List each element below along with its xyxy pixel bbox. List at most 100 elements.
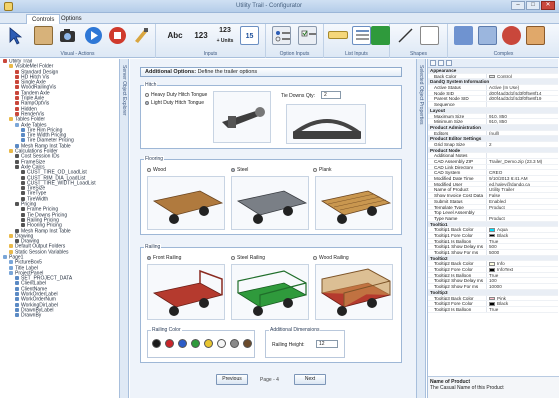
table-list-icon[interactable] xyxy=(371,26,390,45)
pointer-tool-icon[interactable] xyxy=(6,26,25,45)
play-button-icon[interactable] xyxy=(84,26,103,45)
property-pages-icon[interactable] xyxy=(446,60,452,66)
tree-node-icon xyxy=(15,85,19,90)
property-value-cell[interactable]: d00f4ad3d1f4d3f0f5e8f14 xyxy=(486,90,558,96)
heavy-duty-hitch-radio[interactable]: Heavy Duty Hitch Tongue xyxy=(145,92,207,98)
property-value-cell[interactable]: (null) xyxy=(486,130,558,136)
rectangle-shape-icon[interactable] xyxy=(420,26,439,45)
maximize-button[interactable]: □ xyxy=(526,1,540,10)
property-value-cell[interactable]: Active (In Use) xyxy=(486,85,558,90)
number-input-tool[interactable]: 123 xyxy=(190,26,212,45)
property-value-cell[interactable]: Black xyxy=(486,232,558,238)
property-value-cell[interactable]: 500 xyxy=(486,244,558,249)
property-value-cell[interactable]: Pink xyxy=(486,295,558,301)
property-value-cell[interactable]: 5000 xyxy=(486,250,558,255)
property-value-cell[interactable]: d00f4ad3d1f4d3f0f5e8f19 xyxy=(486,96,558,102)
railing-color-swatch[interactable] xyxy=(204,339,213,348)
wood-railing-radio[interactable]: Wood Railing xyxy=(313,255,349,261)
heavy-duty-hitch-label: Heavy Duty Hitch Tongue xyxy=(151,92,208,98)
property-value-cell[interactable]: Utility Trailer xyxy=(486,187,558,193)
text-input-tool[interactable]: Abc xyxy=(164,26,186,45)
property-value: False xyxy=(489,193,501,198)
tree-node-icon xyxy=(9,149,13,154)
property-value-cell[interactable]: Product xyxy=(486,215,558,221)
railing-color-swatch[interactable] xyxy=(217,339,226,348)
properties-panel: Appearance Back Color Control DandQ System … xyxy=(427,59,559,398)
window-title: Utility Trail - Configurator xyxy=(236,3,303,9)
property-name: CAD Link Directory xyxy=(434,164,474,170)
property-value-cell[interactable]: Control xyxy=(486,73,558,79)
dropdown-list-icon[interactable] xyxy=(328,31,348,39)
camera-icon[interactable] xyxy=(58,26,77,45)
property-value-cell[interactable]: 910, 850 xyxy=(486,113,558,119)
front-railing-radio[interactable]: Front Railing xyxy=(147,255,181,261)
property-value-cell[interactable]: 910, 850 xyxy=(486,119,558,124)
minimize-button[interactable]: – xyxy=(511,1,525,10)
checkbox-icon[interactable] xyxy=(298,26,317,45)
listbox-icon[interactable] xyxy=(352,26,371,45)
object-tree[interactable]: Utility Trail VisibleMel Folder Standard D… xyxy=(0,59,120,398)
flooring-wood-radio[interactable]: Wood xyxy=(147,167,166,173)
close-button[interactable]: ✕ xyxy=(541,1,555,10)
tree-node-icon xyxy=(15,202,19,207)
selected-object-properties-strip[interactable]: Selected Object Properties xyxy=(417,59,426,398)
gallery-icon[interactable] xyxy=(478,26,497,45)
property-value-cell[interactable]: True xyxy=(486,272,558,278)
property-value-cell[interactable]: True xyxy=(486,238,558,244)
property-value-cell[interactable]: Black xyxy=(486,301,558,306)
previous-button[interactable]: Previous xyxy=(216,374,248,385)
railing-height-spinner[interactable]: 12 xyxy=(316,340,338,348)
property-value-cell[interactable]: 10000 xyxy=(486,284,558,289)
brush-icon[interactable] xyxy=(132,26,151,45)
tab-options[interactable]: Options xyxy=(56,14,87,24)
light-duty-hitch-radio[interactable]: Light Duty Hitch Tongue xyxy=(145,100,204,106)
property-value-cell[interactable]: 2 xyxy=(486,141,558,147)
property-value-cell[interactable]: CREO xyxy=(486,170,558,176)
property-value-cell[interactable] xyxy=(486,153,558,158)
railing-color-swatch[interactable] xyxy=(165,339,174,348)
property-grid[interactable]: Appearance Back Color Control DandQ System … xyxy=(428,68,558,313)
radio-group-icon[interactable] xyxy=(272,26,291,45)
compass-icon[interactable] xyxy=(502,26,521,45)
number-units-tool[interactable]: 123 + Units xyxy=(214,26,236,45)
stop-button-icon[interactable] xyxy=(108,26,127,45)
railing-color-swatch[interactable] xyxy=(152,339,161,348)
property-value-cell[interactable]: Aqua xyxy=(486,227,558,232)
property-value-cell[interactable]: Enabled xyxy=(486,198,558,204)
property-value-cell[interactable]: True xyxy=(486,306,558,312)
property-value-cell[interactable]: Trailer_Demo.zip (23.3 M) xyxy=(486,159,558,164)
railing-color-swatch[interactable] xyxy=(178,339,187,348)
organization-icon[interactable] xyxy=(454,26,473,45)
tree-item[interactable]: DrawnBy xyxy=(0,313,119,318)
flooring-steel-radio[interactable]: Steel xyxy=(231,167,248,173)
property-value-cell[interactable]: InfoText xyxy=(486,267,558,272)
steel-railing-radio[interactable]: Steel Railing xyxy=(231,255,265,261)
categorized-view-icon[interactable] xyxy=(430,60,436,66)
flooring-plank-radio[interactable]: Plank xyxy=(313,167,332,173)
railing-height-value: 12 xyxy=(319,341,325,347)
property-value-cell[interactable]: 100 xyxy=(486,278,558,284)
next-button[interactable]: Next xyxy=(294,374,326,385)
alphabetical-view-icon[interactable] xyxy=(438,60,444,66)
railing-color-swatch[interactable] xyxy=(243,339,252,348)
property-value-cell[interactable]: ed.haley@dandq.ca xyxy=(486,181,558,187)
property-value-cell[interactable]: 9/10/2013 6:41 AM xyxy=(486,176,558,181)
property-value-cell[interactable] xyxy=(486,102,558,107)
property-value-cell[interactable]: Info xyxy=(486,261,558,267)
property-name: Tooltip2 Back Color xyxy=(434,261,474,267)
tree-node-icon xyxy=(15,239,19,244)
property-value-cell[interactable]: Product xyxy=(486,204,558,210)
line-shape-icon[interactable] xyxy=(396,26,415,45)
property-value-cell[interactable] xyxy=(486,210,558,215)
calendar-icon[interactable]: 15 xyxy=(240,26,259,45)
tie-downs-spinner[interactable]: 2 xyxy=(321,91,341,99)
railing-color-swatch[interactable] xyxy=(191,339,200,348)
blocks-icon[interactable] xyxy=(526,26,545,45)
property-value-cell[interactable]: False xyxy=(486,193,558,198)
property-value-cell[interactable] xyxy=(486,164,558,170)
server-object-explorer-strip[interactable]: Server Object Explorer xyxy=(120,59,129,398)
railing-color-swatch[interactable] xyxy=(230,339,239,348)
picture-panel-icon[interactable] xyxy=(34,26,53,45)
property-row[interactable]: Tooltip3 Is Balloon True xyxy=(428,306,558,313)
property-value: Active (In Use) xyxy=(489,85,520,90)
